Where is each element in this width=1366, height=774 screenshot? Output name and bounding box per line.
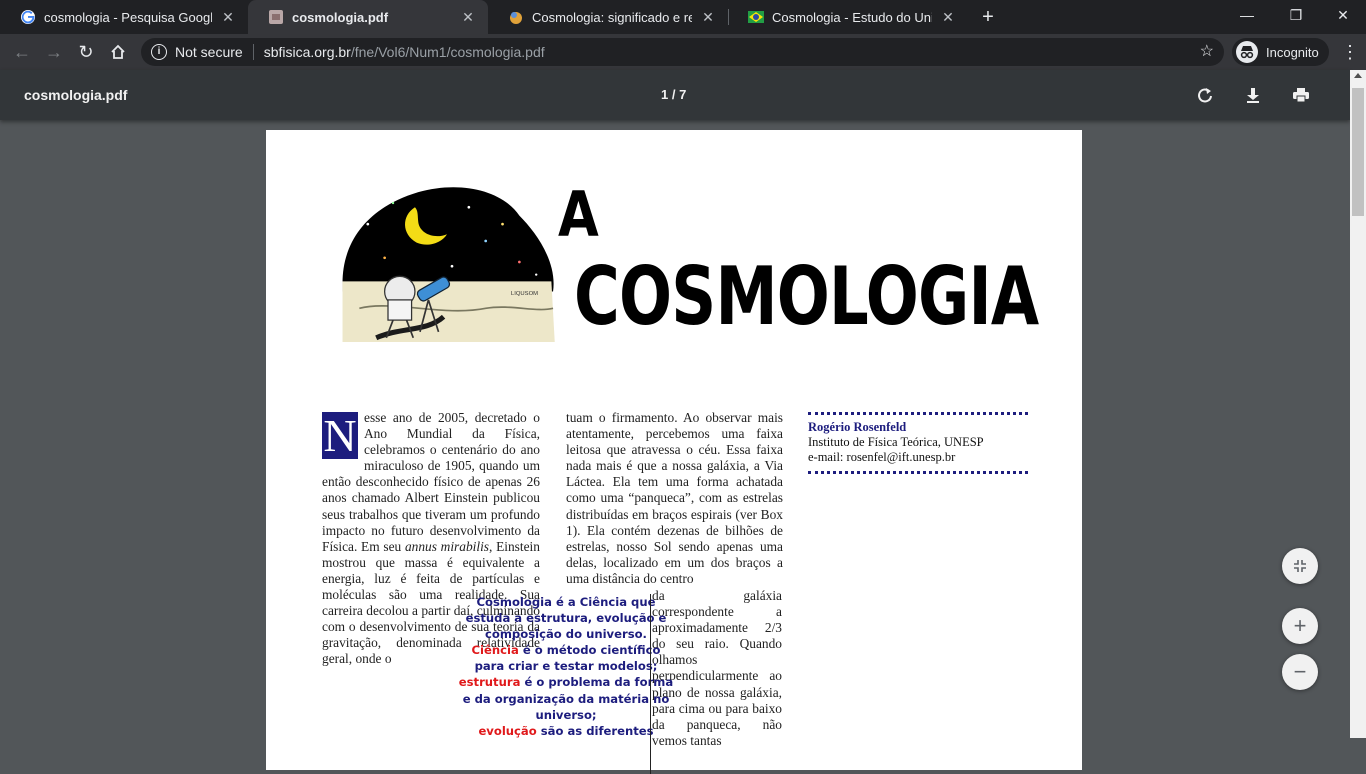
author-box: Rogério Rosenfeld Instituto de Física Te… (808, 410, 1028, 479)
bookmark-star-icon[interactable]: ☆ (1200, 43, 1214, 61)
pdf-viewer-toolbar: cosmologia.pdf 1 / 7 (0, 70, 1350, 120)
fit-to-page-button[interactable] (1282, 548, 1318, 584)
print-button[interactable] (1289, 83, 1313, 107)
page-indicator: 1 / 7 (661, 87, 687, 102)
close-tab-icon[interactable]: ✕ (700, 9, 716, 25)
close-tab-icon[interactable]: ✕ (220, 9, 236, 25)
rotate-icon (1198, 88, 1212, 103)
home-button[interactable] (104, 38, 132, 66)
browser-toolbar: ← → ↻ i Not secure sbfisica.org.br/fne/V… (0, 34, 1366, 70)
download-button[interactable] (1241, 83, 1265, 107)
article-column-2: tuam o firmamento. Ao observar mais aten… (566, 410, 783, 590)
zoom-out-button[interactable]: − (1282, 654, 1318, 690)
callout-definition: Cosmologia é a Ciência que estuda a estr… (465, 595, 667, 642)
author-email[interactable]: e-mail: rosenfel@ift.unesp.br (808, 450, 1028, 465)
tab-cosmologia-pdf[interactable]: cosmologia.pdf ✕ (248, 0, 488, 34)
dotted-rule (808, 412, 1028, 418)
close-tab-icon[interactable]: ✕ (940, 9, 956, 25)
svg-text:LIQUSOM: LIQUSOM (511, 291, 538, 297)
more-menu-icon[interactable]: ⋮ (1340, 38, 1360, 66)
author-institute: Instituto de Física Teórica, UNESP (808, 435, 984, 449)
callout-term-evolucao: evolução (478, 723, 537, 738)
url-path: /fne/Vol6/Num1/cosmologia.pdf (350, 44, 545, 60)
scroll-up-arrow-icon[interactable] (1354, 73, 1362, 78)
callout-divider (650, 594, 651, 774)
incognito-indicator[interactable]: Incognito (1232, 38, 1329, 66)
site-favicon-icon (510, 12, 522, 24)
back-button[interactable]: ← (8, 38, 36, 66)
incognito-label: Incognito (1266, 44, 1319, 60)
brazil-flag-icon (748, 11, 764, 23)
new-tab-button[interactable]: + (976, 5, 1000, 29)
print-icon (1293, 88, 1309, 103)
tab-cosmologia-estudo[interactable]: Cosmologia - Estudo do Universo ✕ (728, 0, 968, 34)
definition-callout: Cosmologia é a Ciência que estuda a estr… (456, 594, 676, 739)
tab-title: cosmologia.pdf (292, 9, 389, 25)
incognito-icon (1236, 41, 1258, 63)
security-label: Not secure (175, 44, 243, 60)
callout-def-evolucao: são as diferentes (536, 723, 654, 738)
forward-button[interactable]: → (40, 38, 68, 66)
tab-cosmologia-significado[interactable]: Cosmologia: significado e relação ✕ (488, 0, 728, 34)
info-icon[interactable]: i (151, 44, 167, 60)
pdf-file-icon (269, 10, 283, 24)
fit-page-icon (1294, 560, 1306, 572)
callout-term-estrutura: estrutura (458, 675, 521, 690)
article-title: COSMOLOGIA (574, 250, 1039, 343)
tab-title: Cosmologia: significado e relação (532, 9, 692, 25)
column-2-text: tuam o firmamento. Ao observar mais aten… (566, 410, 783, 586)
omnibox-divider (252, 44, 254, 60)
close-window-button[interactable]: ✕ (1320, 0, 1366, 30)
zoom-in-button[interactable]: + (1282, 608, 1318, 644)
column-1-italic: annus mirabilis (404, 538, 490, 554)
address-bar[interactable]: i Not secure sbfisica.org.br/fne/Vol6/Nu… (141, 38, 1224, 66)
drop-cap: N (322, 410, 358, 461)
url-host: sbfisica.org.br (263, 44, 351, 60)
astronomer-illustration: LIQUSOM (342, 187, 555, 342)
home-icon (111, 44, 125, 59)
reload-button[interactable]: ↻ (72, 38, 100, 66)
dotted-rule (808, 471, 1028, 477)
download-icon (1247, 88, 1259, 103)
close-tab-icon[interactable]: ✕ (460, 9, 476, 25)
vertical-scrollbar[interactable] (1350, 70, 1366, 738)
tab-title: cosmologia - Pesquisa Google (44, 9, 212, 25)
restore-button[interactable]: ❐ (1273, 0, 1319, 30)
tab-strip: cosmologia - Pesquisa Google ✕ cosmologi… (0, 0, 1366, 34)
tab-title: Cosmologia - Estudo do Universo (772, 9, 932, 25)
tab-google-search[interactable]: cosmologia - Pesquisa Google ✕ (0, 0, 248, 34)
title-letter-a: A (558, 178, 601, 251)
minimize-button[interactable]: — (1224, 0, 1270, 30)
author-name: Rogério Rosenfeld (808, 420, 907, 434)
callout-term-ciencia: Ciência (471, 643, 519, 658)
google-icon (21, 10, 35, 24)
pdf-title: cosmologia.pdf (24, 87, 128, 103)
rotate-button[interactable] (1193, 83, 1217, 107)
pdf-page: LIQUSOM A COSMOLOGIA Nesse ano de 2005, … (266, 130, 1082, 774)
scrollbar-thumb[interactable] (1352, 88, 1364, 216)
